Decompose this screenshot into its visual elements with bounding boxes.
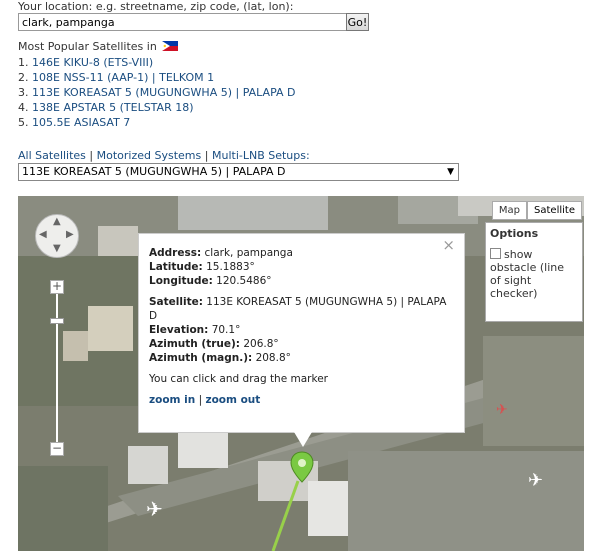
latitude-row: Latitude: 15.1883° (149, 260, 454, 274)
satellite-link[interactable]: 113E KOREASAT 5 (MUGUNGWHA 5) | PALAPA D (32, 86, 296, 99)
svg-text:✈: ✈ (146, 497, 163, 521)
options-title: Options (490, 227, 539, 240)
azimuth-true-label: Azimuth (true): (149, 338, 240, 350)
latitude-value: 15.1883° (206, 261, 255, 273)
address-label: Address: (149, 247, 202, 259)
satellite-link[interactable]: 146E KIKU-8 (ETS-VIII) (32, 56, 153, 69)
list-item: 5. 105.5E ASIASAT 7 (18, 115, 296, 130)
info-window-tail (294, 432, 312, 447)
separator: | (198, 394, 203, 406)
options-panel: Options show obstacle (line of sight che… (485, 222, 583, 322)
map-type-control: Map Satellite (491, 201, 582, 220)
azimuth-true-value: 206.8° (243, 338, 279, 350)
zoom-slider-handle[interactable] (50, 318, 64, 324)
list-number: 2. (18, 71, 29, 84)
longitude-label: Longitude: (149, 275, 213, 287)
philippines-flag-icon (162, 41, 179, 51)
list-number: 3. (18, 86, 29, 99)
map-type-map-button[interactable]: Map (491, 201, 528, 220)
drag-note: You can click and drag the marker (149, 373, 328, 385)
satellite-link[interactable]: 108E NSS-11 (AAP-1) | TELKOM 1 (32, 71, 214, 84)
separator: | (89, 149, 94, 162)
azimuth-magn-label: Azimuth (magn.): (149, 352, 253, 364)
address-value: clark, pampanga (204, 247, 293, 259)
latitude-label: Latitude: (149, 261, 203, 273)
all-satellites-link[interactable]: All Satellites (18, 149, 86, 162)
zoom-out-button[interactable]: − (50, 442, 64, 456)
pan-right-icon[interactable]: ▶ (66, 229, 74, 240)
satellite-select-value: 113E KOREASAT 5 (MUGUNGWHA 5) | PALAPA D (22, 165, 286, 178)
satellite-map[interactable]: ✈ ✈ ✈ ▲ ▼ ◀ ▶ + − Map Satellite Options … (18, 196, 584, 551)
elevation-row: Elevation: 70.1° (149, 323, 454, 337)
map-type-satellite-button[interactable]: Satellite (527, 201, 582, 220)
info-window: × Address: clark, pampanga Latitude: 15.… (138, 233, 465, 433)
satellite-link[interactable]: 138E APSTAR 5 (TELSTAR 18) (32, 101, 194, 114)
location-marker-icon[interactable] (290, 451, 314, 483)
zoom-links: zoom in | zoom out (149, 393, 454, 407)
dropdown-arrow-icon: ▼ (447, 167, 454, 177)
close-icon[interactable]: × (442, 238, 455, 253)
show-obstacle-label: show obstacle (line of sight checker) (490, 248, 565, 300)
satellite-links-bar: All Satellites | Motorized Systems | Mul… (18, 149, 310, 162)
show-obstacle-checkbox[interactable] (490, 248, 501, 259)
location-input[interactable] (18, 13, 349, 31)
satellite-select[interactable]: 113E KOREASAT 5 (MUGUNGWHA 5) | PALAPA D… (18, 163, 459, 181)
list-item: 4. 138E APSTAR 5 (TELSTAR 18) (18, 100, 296, 115)
multi-lnb-link[interactable]: Multi-LNB Setups: (212, 149, 310, 162)
list-number: 1. (18, 56, 29, 69)
satellite-row: Satellite: 113E KOREASAT 5 (MUGUNGWHA 5)… (149, 295, 454, 323)
list-number: 5. (18, 116, 29, 129)
elevation-label: Elevation: (149, 324, 209, 336)
pan-down-icon[interactable]: ▼ (53, 243, 61, 254)
list-item: 2. 108E NSS-11 (AAP-1) | TELKOM 1 (18, 70, 296, 85)
popular-satellites-heading: Most Popular Satellites in (18, 40, 179, 53)
elevation-value: 70.1° (211, 324, 241, 336)
list-item: 3. 113E KOREASAT 5 (MUGUNGWHA 5) | PALAP… (18, 85, 296, 100)
zoom-in-link[interactable]: zoom in (149, 394, 195, 406)
list-item: 1. 146E KIKU-8 (ETS-VIII) (18, 55, 296, 70)
pan-control[interactable]: ▲ ▼ ◀ ▶ (35, 214, 79, 258)
zoom-out-link[interactable]: zoom out (205, 394, 260, 406)
svg-text:✈: ✈ (496, 402, 508, 418)
separator: | (204, 149, 209, 162)
location-label: Your location: e.g. streetname, zip code… (18, 0, 294, 13)
azimuth-true-row: Azimuth (true): 206.8° (149, 337, 454, 351)
popular-satellites-list: 1. 146E KIKU-8 (ETS-VIII) 2. 108E NSS-11… (18, 55, 296, 130)
azimuth-magn-value: 208.8° (255, 352, 291, 364)
motorized-systems-link[interactable]: Motorized Systems (97, 149, 202, 162)
pan-up-icon[interactable]: ▲ (53, 216, 61, 227)
longitude-row: Longitude: 120.5486° (149, 274, 454, 288)
pan-left-icon[interactable]: ◀ (39, 229, 47, 240)
zoom-in-button[interactable]: + (50, 280, 64, 294)
azimuth-magn-row: Azimuth (magn.): 208.8° (149, 351, 454, 365)
list-number: 4. (18, 101, 29, 114)
popular-title-text: Most Popular Satellites in (18, 40, 157, 53)
longitude-value: 120.5486° (216, 275, 272, 287)
go-button[interactable]: Go! (346, 13, 369, 31)
address-row: Address: clark, pampanga (149, 246, 454, 260)
satellite-label: Satellite: (149, 296, 203, 308)
svg-text:✈: ✈ (528, 470, 543, 491)
satellite-link[interactable]: 105.5E ASIASAT 7 (32, 116, 130, 129)
